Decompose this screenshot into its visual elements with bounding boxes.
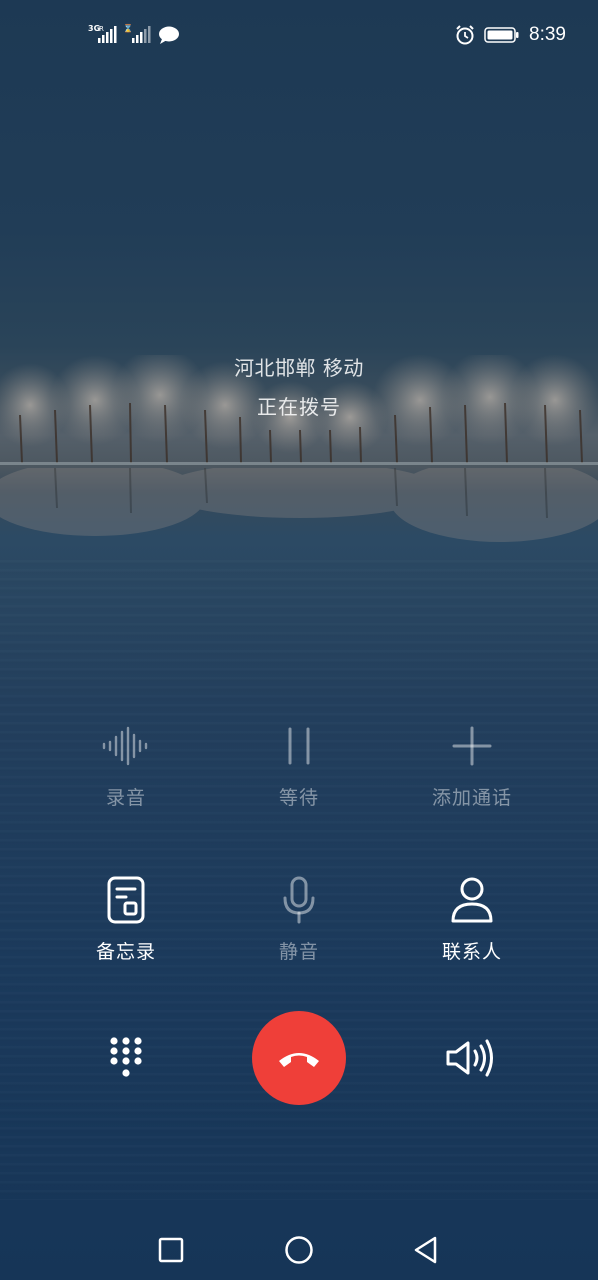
end-call-button[interactable] — [252, 1011, 346, 1105]
caller-info: 河北邯郸 移动 正在拨号 — [0, 352, 598, 420]
contacts-label: 联系人 — [441, 941, 502, 963]
mute-button[interactable]: 静音 — [224, 876, 374, 964]
home-button[interactable] — [279, 1230, 319, 1270]
back-triangle-icon — [414, 1236, 437, 1264]
microphone-icon — [283, 876, 315, 924]
battery-icon — [484, 27, 519, 43]
status-bar: 3G R ⌛ 8:39 — [0, 0, 598, 70]
home-circle-icon — [285, 1236, 313, 1264]
memo-button[interactable]: 备忘录 — [51, 876, 201, 964]
status-time: 8:39 — [529, 24, 566, 45]
waveform-icon — [102, 726, 148, 766]
status-right-icons: 8:39 — [454, 22, 566, 48]
speaker-button[interactable] — [440, 1030, 500, 1086]
hold-button[interactable]: 等待 — [224, 722, 374, 810]
dialpad-icon — [110, 1037, 142, 1077]
in-call-screen: 3G R ⌛ 8:39 河北邯郸 移动 正在拨号 录音 等待 添加通话 备忘录 … — [0, 0, 598, 1280]
svg-text:R: R — [99, 25, 104, 33]
memo-label: 备忘录 — [95, 941, 156, 963]
speaker-icon — [446, 1039, 493, 1077]
hold-label: 等待 — [278, 787, 319, 809]
contacts-button[interactable]: 联系人 — [397, 876, 547, 964]
alarm-icon — [456, 25, 474, 45]
navigation-bar — [0, 1218, 598, 1278]
add-call-label: 添加通话 — [431, 787, 512, 809]
record-button[interactable]: 录音 — [51, 722, 201, 810]
dialpad-button[interactable] — [96, 1030, 156, 1086]
call-status: 正在拨号 — [257, 395, 341, 419]
record-label: 录音 — [105, 787, 146, 809]
plus-icon — [452, 726, 492, 766]
message-bubble-icon — [159, 26, 179, 44]
svg-text:⌛: ⌛ — [123, 23, 133, 33]
back-button[interactable] — [406, 1230, 446, 1270]
hang-up-icon — [279, 1053, 319, 1067]
recents-button[interactable] — [151, 1230, 191, 1270]
caller-location: 河北邯郸 移动 — [234, 356, 364, 380]
memo-icon — [107, 876, 145, 924]
mute-label: 静音 — [278, 941, 319, 963]
add-call-button[interactable]: 添加通话 — [397, 722, 547, 810]
person-icon — [451, 877, 493, 923]
pause-icon — [288, 727, 310, 765]
recents-square-icon — [158, 1237, 184, 1263]
